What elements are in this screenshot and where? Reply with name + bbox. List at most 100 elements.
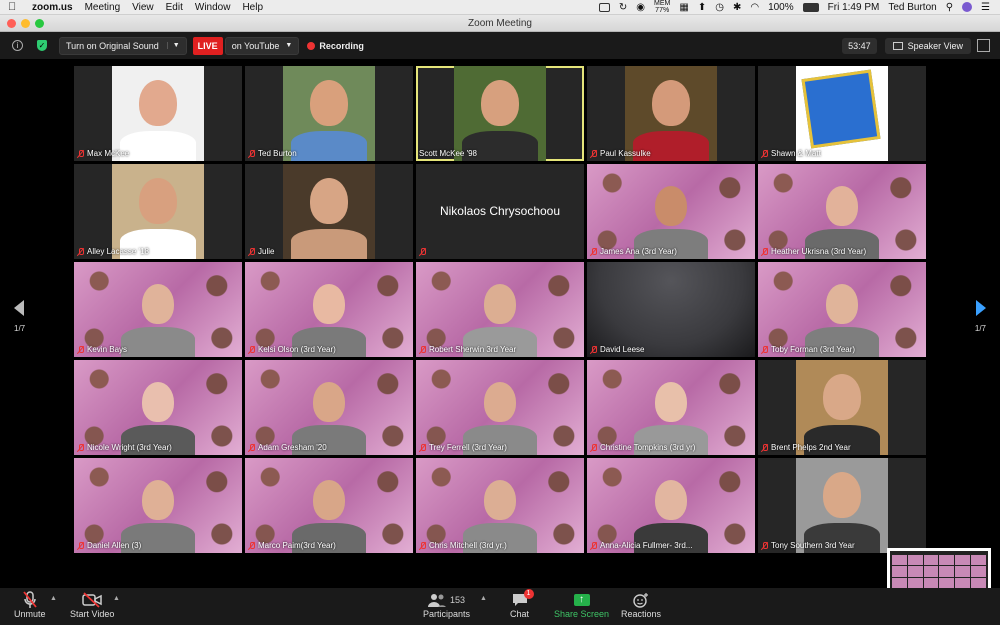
start-video-button[interactable]: Start Video <box>70 591 114 619</box>
recording-indicator[interactable]: Recording <box>307 41 364 51</box>
participant-tile[interactable]: James Ana (3rd Year) <box>587 164 755 259</box>
control-center-icon[interactable]: ☰ <box>981 2 990 13</box>
person-body <box>121 327 195 357</box>
participant-name-tag: David Leese <box>590 345 644 354</box>
user-name[interactable]: Ted Burton <box>888 2 936 13</box>
person-head <box>484 284 516 324</box>
participant-tile[interactable]: Kevin Bays <box>74 262 242 357</box>
participant-tile[interactable]: Max McKee <box>74 66 242 161</box>
participant-tile[interactable]: Chris Mitchell (3rd yr.) <box>416 458 584 553</box>
participant-name: James Ana (3rd Year) <box>600 247 677 256</box>
meeting-info-icon[interactable]: i <box>12 40 23 51</box>
menu-window[interactable]: Window <box>195 2 231 13</box>
fullscreen-icon[interactable] <box>977 39 990 52</box>
chat-button[interactable]: 1 Chat <box>510 589 534 619</box>
adobe-icon[interactable]: ◉ <box>636 2 645 13</box>
participant-name-tag: Tony Southern 3rd Year <box>761 541 855 550</box>
reactions-button[interactable]: Reactions <box>621 591 661 619</box>
preview-tile <box>955 566 971 577</box>
bluetooth-icon[interactable]: ✱ <box>733 2 741 13</box>
speaker-view-button[interactable]: Speaker View <box>884 37 971 54</box>
clock[interactable]: Fri 1:49 PM <box>828 2 880 13</box>
person-head <box>313 284 345 324</box>
siri-icon[interactable] <box>962 2 973 12</box>
participant-tile[interactable]: Nicole Wright (3rd Year) <box>74 360 242 455</box>
box-icon[interactable]: ▦ <box>679 2 688 13</box>
participant-tile[interactable]: Shawn & Matt <box>758 66 926 161</box>
person-head <box>655 480 687 520</box>
person-head <box>139 80 177 126</box>
menu-help[interactable]: Help <box>242 2 263 13</box>
participant-tile[interactable]: Marco Paim(3rd Year) <box>245 458 413 553</box>
audio-options-chevron-icon[interactable]: ▲ <box>50 595 57 602</box>
participant-tile[interactable]: Nikolaos Chrysochoou <box>416 164 584 259</box>
menu-app-name[interactable]: zoom.us <box>32 2 73 13</box>
battery-percent[interactable]: 100% <box>768 2 794 13</box>
participant-tile[interactable]: Tony Southern 3rd Year <box>758 458 926 553</box>
participant-tile[interactable]: Brent Phelps 2nd Year <box>758 360 926 455</box>
video-options-chevron-icon[interactable]: ▲ <box>113 595 120 602</box>
next-page-arrow-icon[interactable] <box>976 300 986 316</box>
muted-mic-icon <box>248 443 255 452</box>
participant-tile[interactable]: Christine Tompkins (3rd yr) <box>587 360 755 455</box>
youtube-stream-button[interactable]: on YouTube ▼ <box>224 36 300 55</box>
participant-tile[interactable]: David Leese <box>587 262 755 357</box>
participant-name-tag: Paul Kassulke <box>590 149 651 158</box>
person-head <box>484 382 516 422</box>
menu-view[interactable]: View <box>132 2 154 13</box>
participant-name-tag: Alley Lacasse '18 <box>77 247 149 256</box>
participant-tile[interactable]: Ted Burton <box>245 66 413 161</box>
participants-label: Participants <box>423 609 471 619</box>
chat-label: Chat <box>510 609 530 619</box>
menu-meeting[interactable]: Meeting <box>85 2 121 13</box>
participant-tile[interactable]: Robert Sherwin 3rd Year <box>416 262 584 357</box>
participant-name: Toby Forman (3rd Year) <box>771 345 856 354</box>
participant-display-name: Nikolaos Chrysochoou <box>439 204 561 218</box>
participant-tile[interactable]: Kelsi Olson (3rd Year) <box>245 262 413 357</box>
close-window-button[interactable] <box>7 19 16 28</box>
participant-tile[interactable]: Toby Forman (3rd Year) <box>758 262 926 357</box>
memory-status[interactable]: MEM 77% <box>654 0 670 14</box>
gallery-grid: Max McKee Ted Burton Scott McKee '98 Paul K… <box>74 66 926 553</box>
alphabet-blocks-image <box>801 69 881 149</box>
participant-name-tag: Adam Gresham '20 <box>248 443 327 452</box>
participant-tile[interactable]: Daniel Allen (3) <box>74 458 242 553</box>
participant-tile[interactable]: Paul Kassulke <box>587 66 755 161</box>
muted-mic-icon <box>77 345 84 354</box>
battery-icon[interactable] <box>802 2 819 12</box>
participant-name: Ted Burton <box>258 149 297 158</box>
chevron-down-icon[interactable]: ▼ <box>166 42 180 49</box>
encryption-shield-icon[interactable]: ✓ <box>37 40 47 51</box>
participant-name-tag <box>419 248 426 256</box>
spotlight-search-icon[interactable]: ⚲ <box>946 2 953 13</box>
participant-tile[interactable]: Alley Lacasse '18 <box>74 164 242 259</box>
smiley-plus-icon <box>633 591 649 609</box>
unmute-button[interactable]: Unmute <box>14 591 46 619</box>
participant-tile[interactable]: Heather Ukrisna (3rd Year) <box>758 164 926 259</box>
participant-tile[interactable]: Trey Ferrell (3rd Year) <box>416 360 584 455</box>
camera-status-icon[interactable] <box>598 2 610 12</box>
participant-tile[interactable]: Adam Gresham '20 <box>245 360 413 455</box>
person-head <box>823 472 861 518</box>
zoom-window-button[interactable] <box>35 19 44 28</box>
participants-button[interactable]: 153 Participants <box>423 591 470 619</box>
participant-name: Scott McKee '98 <box>419 149 477 158</box>
wifi-icon[interactable]: ◠ <box>750 2 759 13</box>
minimize-window-button[interactable] <box>21 19 30 28</box>
participant-tile[interactable]: Julie <box>245 164 413 259</box>
video-off-icon <box>82 591 102 609</box>
person-head <box>142 480 174 520</box>
menu-edit[interactable]: Edit <box>166 2 183 13</box>
participant-tile[interactable]: Scott McKee '98 <box>416 66 584 161</box>
sync-icon[interactable]: ↻ <box>619 2 627 13</box>
participants-options-chevron-icon[interactable]: ▲ <box>480 595 487 602</box>
original-sound-button[interactable]: Turn on Original Sound ▼ <box>59 36 187 55</box>
menubar-status-area: ↻ ◉ MEM 77% ▦ ⬆ ◷ ✱ ◠ 100% Fri 1:49 PM Te… <box>598 0 990 14</box>
previous-page-arrow-icon[interactable] <box>14 300 24 316</box>
upload-icon[interactable]: ⬆ <box>698 2 706 13</box>
preview-tile <box>939 577 955 589</box>
participant-tile[interactable]: Anna-Alicia Fullmer- 3rd... <box>587 458 755 553</box>
share-screen-button[interactable]: ↑ Share Screen <box>554 591 609 619</box>
time-machine-icon[interactable]: ◷ <box>715 2 724 13</box>
apple-icon[interactable]:  <box>8 1 22 13</box>
